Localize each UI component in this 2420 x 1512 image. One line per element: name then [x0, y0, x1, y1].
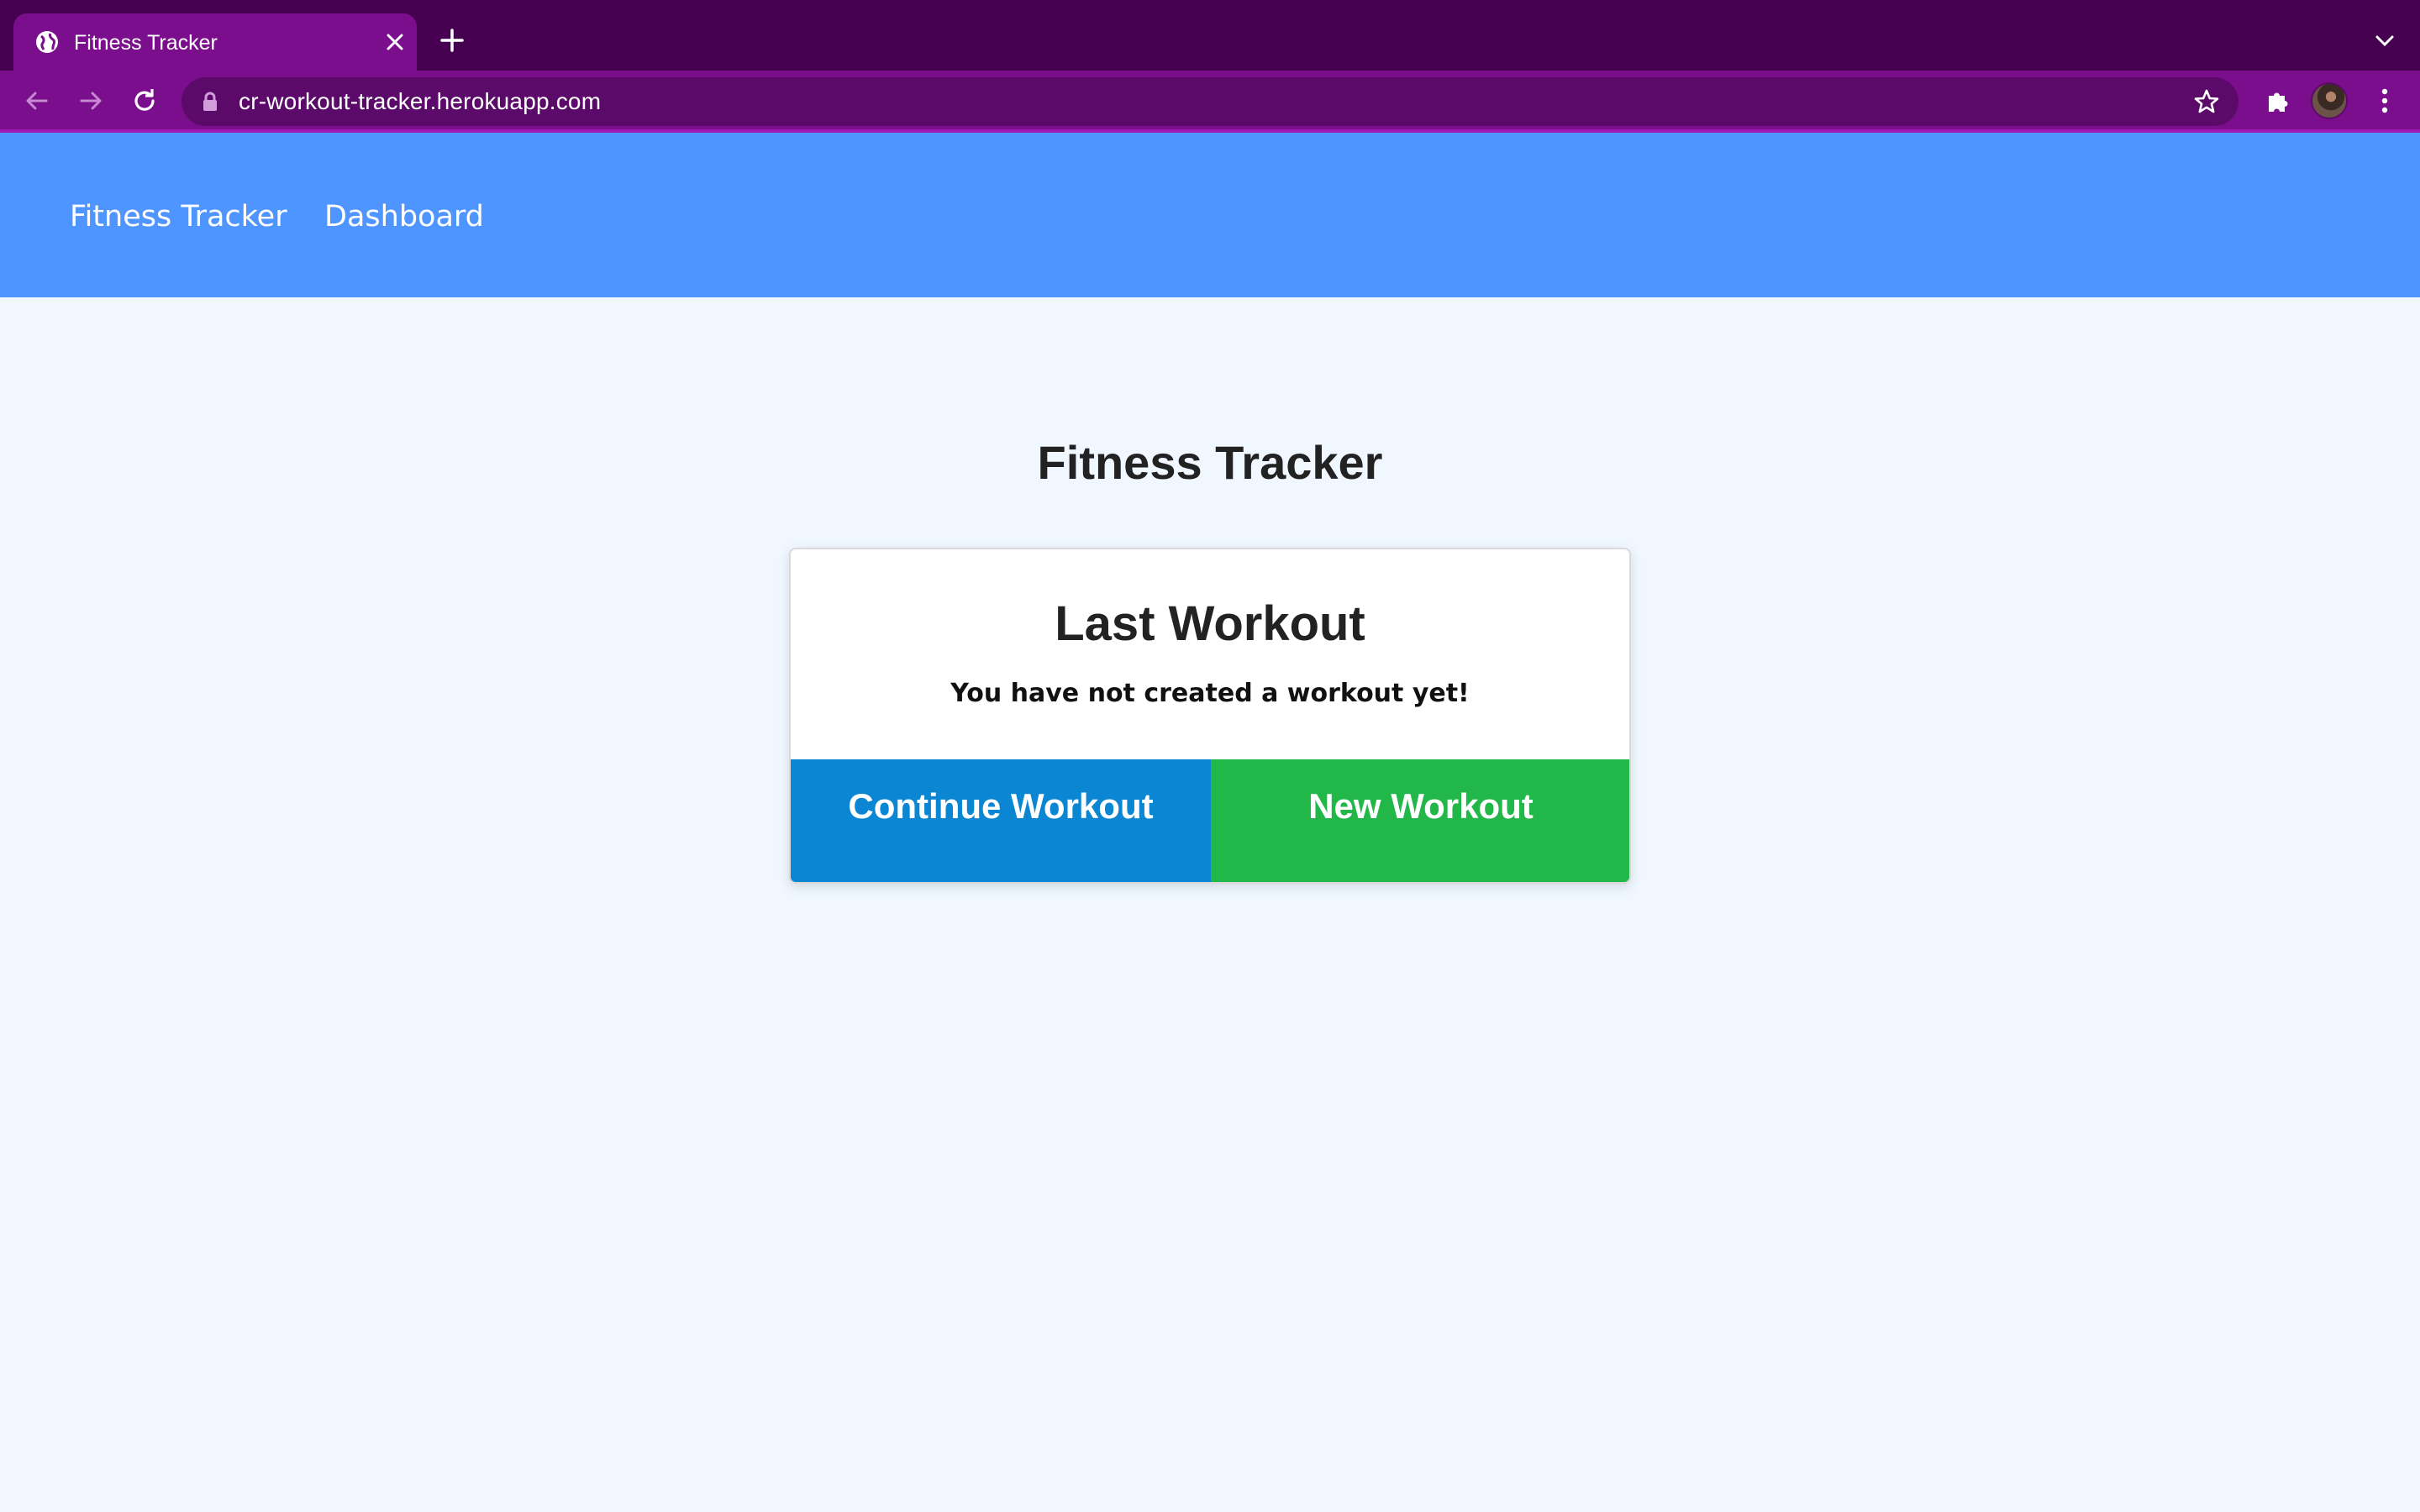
chevron-down-icon[interactable]	[2370, 29, 2400, 54]
avatar[interactable]	[2311, 82, 2348, 119]
address-bar[interactable]: cr-workout-tracker.herokuapp.com	[182, 77, 2238, 126]
new-workout-button[interactable]: New Workout	[1211, 759, 1629, 882]
browser-tab[interactable]: Fitness Tracker	[13, 13, 417, 71]
empty-workout-message: You have not created a workout yet!	[950, 679, 1470, 708]
globe-icon	[34, 29, 60, 55]
plus-icon[interactable]	[437, 25, 467, 55]
lock-icon[interactable]	[202, 92, 218, 112]
kebab-menu-icon[interactable]	[2368, 84, 2402, 118]
url-text[interactable]: cr-workout-tracker.herokuapp.com	[239, 89, 601, 114]
nav-link-dashboard[interactable]: Dashboard	[324, 198, 484, 235]
tab-title: Fitness Tracker	[74, 31, 218, 55]
close-icon[interactable]	[383, 30, 407, 54]
arrow-right-icon[interactable]	[72, 82, 109, 119]
page-title: Fitness Tracker	[1037, 436, 1383, 489]
card-title: Last Workout	[1055, 596, 1365, 651]
last-workout-card: Last Workout You have not created a work…	[789, 548, 1631, 884]
continue-workout-button[interactable]: Continue Workout	[791, 759, 1211, 882]
puzzle-icon[interactable]	[2260, 84, 2294, 118]
reload-icon[interactable]	[126, 82, 163, 119]
arrow-left-icon[interactable]	[18, 82, 55, 119]
browser-tabstrip: Fitness Tracker	[0, 0, 2420, 71]
star-icon[interactable]	[2193, 88, 2220, 115]
navbar-brand-link[interactable]: Fitness Tracker	[70, 198, 287, 235]
